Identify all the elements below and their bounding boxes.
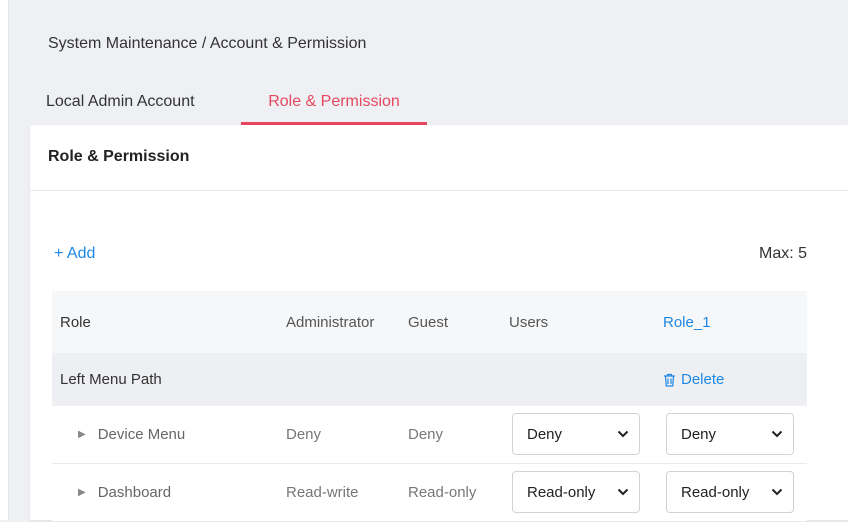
permission-table: Role Administrator Guest Users Role_1 Le… xyxy=(52,291,807,522)
left-sidebar-edge xyxy=(0,0,9,520)
users-permission-select[interactable]: Deny xyxy=(512,413,640,455)
chevron-down-icon xyxy=(771,488,783,496)
administrator-value: Deny xyxy=(286,426,322,443)
chevron-down-icon xyxy=(771,430,783,438)
role1-select-value: Deny xyxy=(681,425,717,443)
chevron-down-icon xyxy=(617,430,629,438)
guest-value: Read-only xyxy=(408,484,477,501)
row-name-cell[interactable]: ▶ Device Menu xyxy=(78,406,185,463)
row-name: Device Menu xyxy=(97,426,186,443)
role1-permission-select[interactable]: Read-only xyxy=(666,471,794,513)
header-users: Users xyxy=(509,313,549,331)
header-guest: Guest xyxy=(408,313,449,331)
delete-role-button[interactable]: Delete xyxy=(663,371,724,388)
row-name: Dashboard xyxy=(97,484,172,501)
expand-triangle-icon[interactable]: ▶ xyxy=(78,487,86,498)
trash-icon xyxy=(664,373,675,387)
table-row: ▶ Dashboard Read-write Read-only Read-on… xyxy=(52,464,807,522)
tab-local-admin-account[interactable]: Local Admin Account xyxy=(46,84,226,122)
role1-permission-select[interactable]: Deny xyxy=(666,413,794,455)
role-permission-panel: Role & Permission + Add Max: 5 Role Admi… xyxy=(30,125,848,522)
table-row: ▶ Device Menu Deny Deny Deny Deny xyxy=(52,406,807,464)
header-role1-link[interactable]: Role_1 xyxy=(663,291,711,353)
group-row-left-menu-path: Left Menu Path Delete xyxy=(52,353,807,406)
chevron-down-icon xyxy=(617,488,629,496)
users-select-value: Read-only xyxy=(527,483,596,501)
row-name-cell[interactable]: ▶ Dashboard xyxy=(78,464,171,521)
table-header-row: Role Administrator Guest Users Role_1 xyxy=(52,291,807,353)
administrator-value: Read-write xyxy=(286,484,359,501)
tab-role-permission[interactable]: Role & Permission xyxy=(241,84,427,125)
max-roles-label: Max: 5 xyxy=(758,245,807,262)
header-administrator: Administrator xyxy=(286,313,375,331)
role1-select-value: Read-only xyxy=(681,483,750,501)
delete-label: Delete xyxy=(681,371,725,388)
users-select-value: Deny xyxy=(527,425,563,443)
group-delete-cell: Delete xyxy=(663,353,724,406)
users-permission-select[interactable]: Read-only xyxy=(512,471,640,513)
guest-value: Deny xyxy=(408,426,444,443)
panel-title: Role & Permission xyxy=(30,125,848,191)
add-role-button[interactable]: + Add xyxy=(54,245,95,263)
breadcrumb: System Maintenance / Account & Permissio… xyxy=(48,35,367,52)
expand-triangle-icon[interactable]: ▶ xyxy=(78,429,86,440)
header-role: Role xyxy=(60,313,91,331)
group-label: Left Menu Path xyxy=(60,371,162,388)
